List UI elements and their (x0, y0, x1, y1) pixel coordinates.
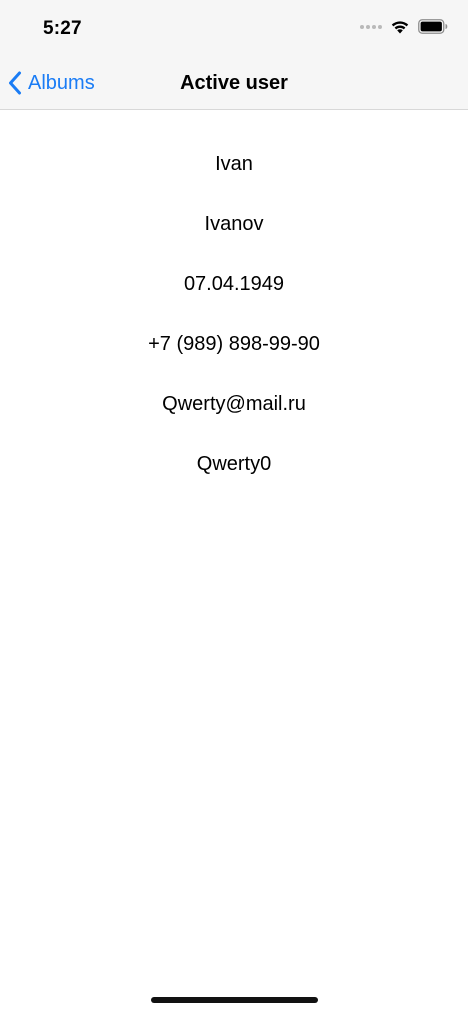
birth-date-label: 07.04.1949 (183, 273, 285, 295)
last-name-label: Ivanov (204, 213, 264, 235)
first-name-label: Ivan (215, 153, 253, 175)
status-time: 5:27 (43, 18, 82, 39)
email-label: Qwerty@mail.ru (162, 393, 306, 415)
battery-icon (418, 19, 448, 34)
wifi-icon (391, 21, 409, 34)
password-label: Qwerty0 (196, 453, 272, 475)
navigation-bar: Albums Active user (0, 58, 468, 110)
status-icons (360, 19, 448, 34)
phone-label: +7 (989) 898-99-90 (148, 333, 320, 355)
back-button-label: Albums (28, 71, 95, 94)
status-bar: 5:27 (0, 0, 468, 58)
home-indicator[interactable] (151, 997, 318, 1003)
chevron-left-icon (9, 71, 21, 95)
back-button[interactable]: Albums (8, 67, 95, 99)
signal-dots-icon (360, 24, 382, 29)
screen: 5:27 Albums Active user Ivan Ivanov 07.0… (0, 0, 468, 1013)
